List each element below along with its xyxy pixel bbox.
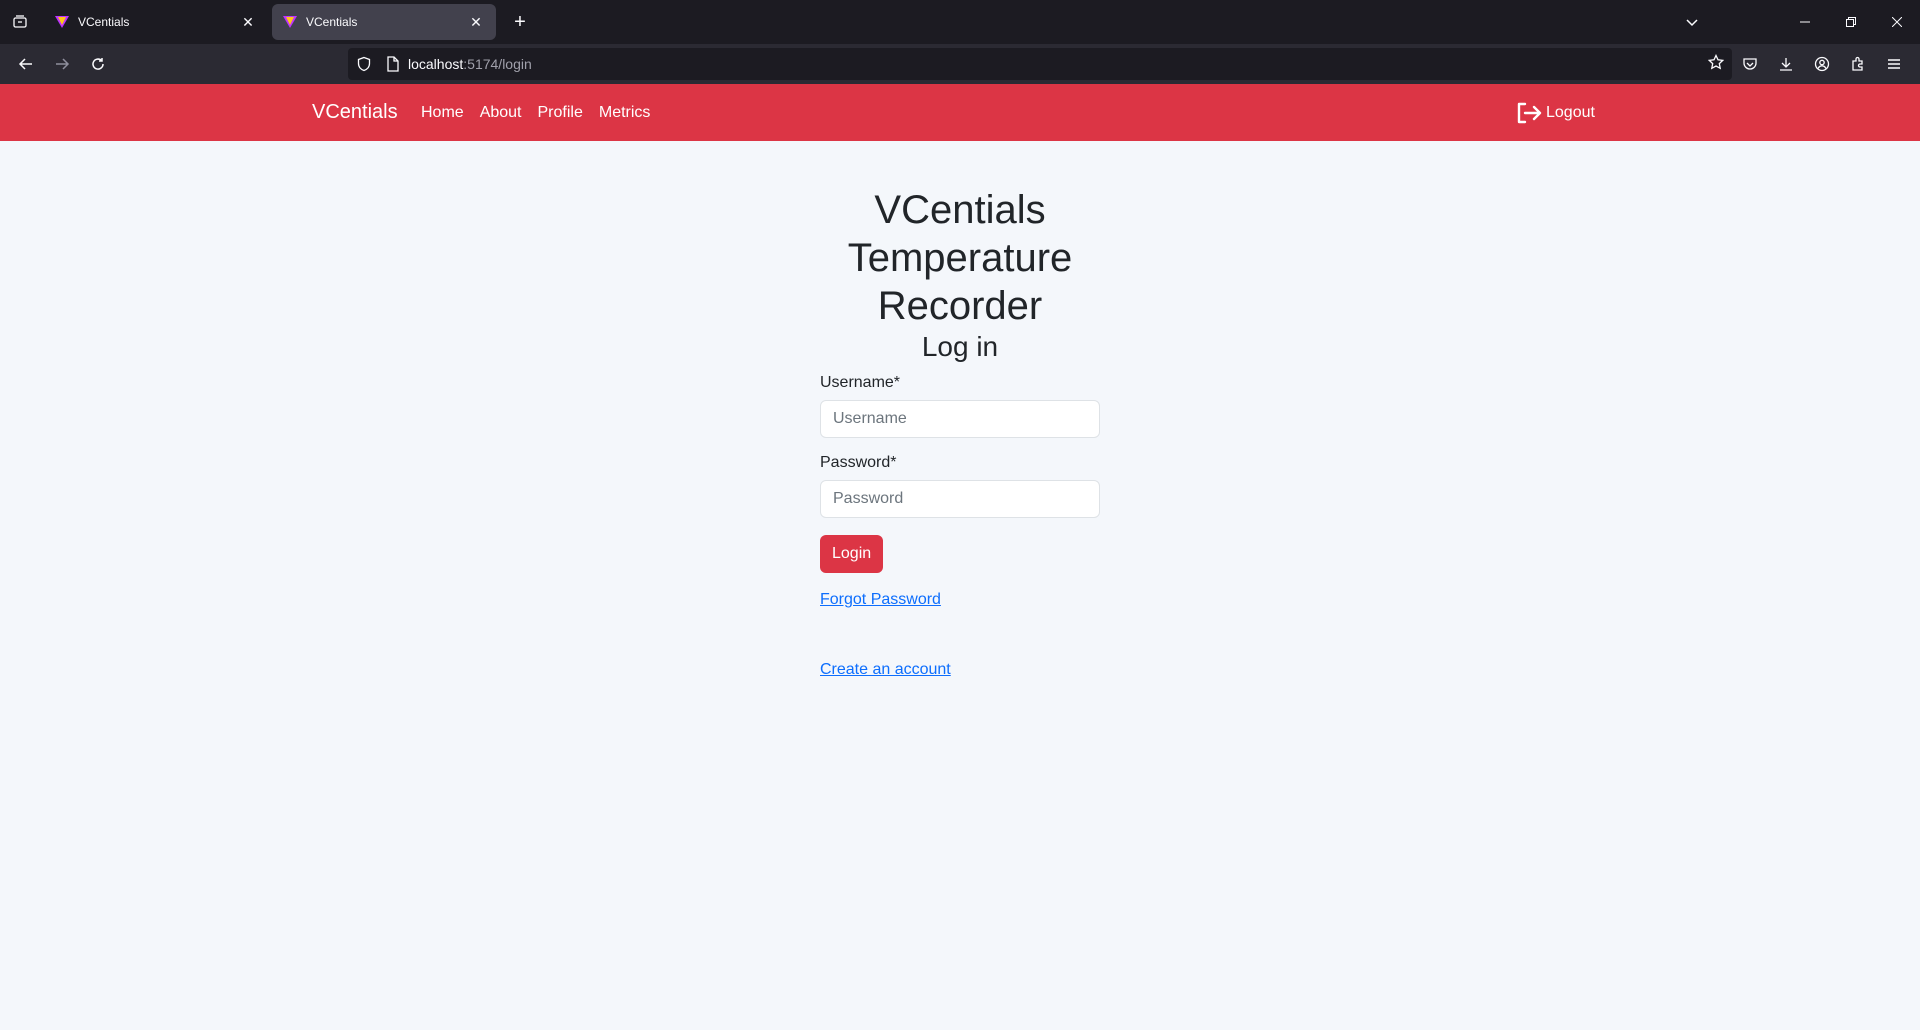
page-icon xyxy=(387,56,399,72)
app-navbar: VCentials Home About Profile Metrics Log… xyxy=(0,84,1920,141)
logout-label: Logout xyxy=(1546,103,1595,121)
account-icon[interactable] xyxy=(1804,46,1840,82)
shield-icon[interactable] xyxy=(356,56,372,72)
nav-link-metrics[interactable]: Metrics xyxy=(599,104,651,122)
hamburger-menu-icon[interactable] xyxy=(1876,46,1912,82)
tab-title: VCentials xyxy=(78,15,130,29)
nav-link-profile[interactable]: Profile xyxy=(538,104,583,122)
url-bar[interactable]: localhost:5174/login xyxy=(348,48,1732,80)
nav-link-about[interactable]: About xyxy=(480,104,522,122)
forward-arrow-icon[interactable] xyxy=(44,46,80,82)
browser-toolbar-right xyxy=(1732,46,1912,82)
browser-tab-2[interactable]: VCentials ✕ xyxy=(272,4,496,40)
nav-link-home[interactable]: Home xyxy=(421,104,464,122)
password-field-group: Password* xyxy=(820,454,1100,518)
vite-favicon-icon xyxy=(283,16,297,28)
logout-icon xyxy=(1517,102,1542,123)
restore-icon[interactable] xyxy=(1828,0,1874,44)
new-tab-plus-icon[interactable]: + xyxy=(504,6,536,38)
vite-favicon-icon xyxy=(55,16,69,28)
brand-link[interactable]: VCentials xyxy=(312,101,398,124)
login-heading: Log in xyxy=(921,331,999,362)
create-account-link[interactable]: Create an account xyxy=(820,661,1100,679)
password-input[interactable] xyxy=(820,480,1100,518)
bookmark-star-icon[interactable] xyxy=(1707,53,1725,75)
chevron-down-icon[interactable] xyxy=(1672,0,1712,44)
browser-tab-1[interactable]: VCentials ✕ xyxy=(44,4,268,40)
back-arrow-icon[interactable] xyxy=(8,46,44,82)
login-button[interactable]: Login xyxy=(820,535,884,573)
close-icon[interactable]: ✕ xyxy=(466,12,486,32)
pocket-icon[interactable] xyxy=(1732,46,1768,82)
window-close-icon[interactable] xyxy=(1874,0,1920,44)
reload-icon[interactable] xyxy=(80,46,116,82)
url-text[interactable]: localhost:5174/login xyxy=(408,56,532,72)
extensions-icon[interactable] xyxy=(1840,46,1876,82)
minimize-icon[interactable] xyxy=(1782,0,1828,44)
browser-toolbar: localhost:5174/login xyxy=(0,44,1920,84)
browser-tabbar: VCentials ✕ VCentials ✕ + xyxy=(0,0,1920,44)
close-icon[interactable]: ✕ xyxy=(238,12,258,32)
password-label: Password* xyxy=(820,454,897,471)
forgot-password-link[interactable]: Forgot Password xyxy=(820,591,1100,609)
tab-list-icon[interactable] xyxy=(0,0,40,44)
username-input[interactable] xyxy=(820,400,1100,438)
window-controls xyxy=(1672,0,1920,44)
download-icon[interactable] xyxy=(1768,46,1804,82)
page-title: VCentials Temperature Recorder xyxy=(847,188,1073,328)
tab-title: VCentials xyxy=(306,15,358,29)
username-field-group: Username* xyxy=(820,374,1100,438)
username-label: Username* xyxy=(820,374,901,391)
login-container: VCentials Temperature Recorder Log in Us… xyxy=(820,186,1100,679)
logout-button[interactable]: Logout xyxy=(1516,102,1595,124)
app-nav-links: Home About Profile Metrics xyxy=(421,104,650,122)
